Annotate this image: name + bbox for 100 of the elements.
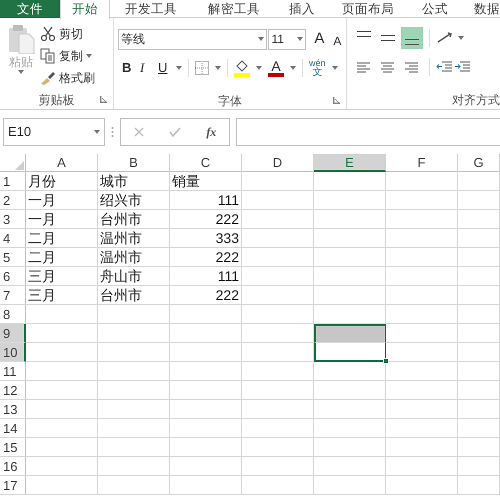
formula-input-field[interactable] [236,118,500,146]
empty-cell[interactable] [386,362,458,381]
selected-cell[interactable] [314,343,386,362]
fill-handle[interactable] [383,358,389,364]
empty-cell[interactable] [314,476,386,495]
empty-cell[interactable] [314,457,386,476]
row-header[interactable]: 13 [0,400,26,419]
empty-cell[interactable] [386,210,458,229]
vertical-align-bottom-button[interactable] [401,26,423,49]
empty-cell[interactable] [242,248,314,267]
empty-cell[interactable] [170,438,242,457]
empty-cell[interactable] [170,400,242,419]
empty-cell[interactable] [242,172,314,191]
empty-cell[interactable] [314,438,386,457]
empty-cell[interactable] [314,267,386,286]
empty-cell[interactable] [314,229,386,248]
column-header[interactable]: A [26,154,98,172]
table-cell[interactable]: 温州市 [98,248,170,267]
empty-cell[interactable] [458,476,500,495]
table-cell[interactable]: 222 [170,248,242,267]
empty-cell[interactable] [170,305,242,324]
empty-cell[interactable] [98,324,170,343]
column-header[interactable]: B [98,154,170,172]
empty-cell[interactable] [26,305,98,324]
empty-cell[interactable] [458,229,500,248]
underline-button[interactable]: U [158,58,170,78]
shrink-font-button[interactable]: A [328,28,346,50]
table-cell[interactable]: 销量 [170,172,242,191]
cut-button[interactable]: 剪切 [40,25,95,43]
row-header[interactable]: 2 [0,191,26,210]
empty-cell[interactable] [242,438,314,457]
empty-cell[interactable] [26,400,98,419]
ribbon-tab[interactable]: 数据 [462,0,500,18]
empty-cell[interactable] [26,362,98,381]
empty-cell[interactable] [98,362,170,381]
empty-cell[interactable] [386,305,458,324]
empty-cell[interactable] [458,400,500,419]
empty-cell[interactable] [386,457,458,476]
table-cell[interactable]: 333 [170,229,242,248]
empty-cell[interactable] [242,191,314,210]
empty-cell[interactable] [170,324,242,343]
empty-cell[interactable] [242,229,314,248]
empty-cell[interactable] [458,438,500,457]
bold-button[interactable]: B [122,58,134,78]
row-header[interactable]: 3 [0,210,26,229]
empty-cell[interactable] [98,305,170,324]
row-header[interactable]: 9 [0,324,26,343]
table-cell[interactable]: 二月 [26,229,98,248]
empty-cell[interactable] [386,286,458,305]
empty-cell[interactable] [98,438,170,457]
empty-cell[interactable] [242,267,314,286]
empty-cell[interactable] [458,419,500,438]
empty-cell[interactable] [458,305,500,324]
empty-cell[interactable] [98,381,170,400]
empty-cell[interactable] [26,438,98,457]
empty-cell[interactable] [314,191,386,210]
empty-cell[interactable] [170,343,242,362]
row-header[interactable]: 5 [0,248,26,267]
empty-cell[interactable] [170,362,242,381]
empty-cell[interactable] [458,381,500,400]
name-box[interactable]: E10 [3,118,105,146]
copy-button[interactable]: 复制 [40,47,95,65]
row-header[interactable]: 6 [0,267,26,286]
empty-cell[interactable] [242,381,314,400]
ribbon-tab[interactable]: 页面布局 [328,0,408,18]
empty-cell[interactable] [314,248,386,267]
empty-cell[interactable] [386,267,458,286]
table-cell[interactable]: 111 [170,267,242,286]
empty-cell[interactable] [314,362,386,381]
empty-cell[interactable] [458,248,500,267]
empty-cell[interactable] [386,248,458,267]
font-size-field[interactable]: 11 [268,28,306,50]
table-cell[interactable]: 三月 [26,286,98,305]
table-cell[interactable]: 222 [170,210,242,229]
empty-cell[interactable] [314,419,386,438]
empty-cell[interactable] [98,457,170,476]
font-name-field[interactable]: 等线 [118,28,268,50]
empty-cell[interactable] [170,457,242,476]
empty-cell[interactable] [242,419,314,438]
empty-cell[interactable] [386,400,458,419]
empty-cell[interactable] [386,229,458,248]
empty-cell[interactable] [386,172,458,191]
empty-cell[interactable] [458,210,500,229]
row-header[interactable]: 7 [0,286,26,305]
ribbon-tab[interactable]: 公式 [408,0,462,18]
empty-cell[interactable] [458,172,500,191]
ribbon-tab[interactable]: 开发工具 [110,0,192,18]
empty-cell[interactable] [242,457,314,476]
italic-button[interactable]: I [140,58,152,78]
empty-cell[interactable] [98,419,170,438]
insert-function-button[interactable]: fx [206,123,216,141]
empty-cell[interactable] [98,476,170,495]
empty-cell[interactable] [386,419,458,438]
ribbon-tab[interactable]: 解密工具 [192,0,276,18]
empty-cell[interactable] [26,419,98,438]
file-tab[interactable]: 文件 [0,0,60,18]
empty-cell[interactable] [458,267,500,286]
table-cell[interactable]: 二月 [26,248,98,267]
table-cell[interactable]: 222 [170,286,242,305]
empty-cell[interactable] [386,191,458,210]
